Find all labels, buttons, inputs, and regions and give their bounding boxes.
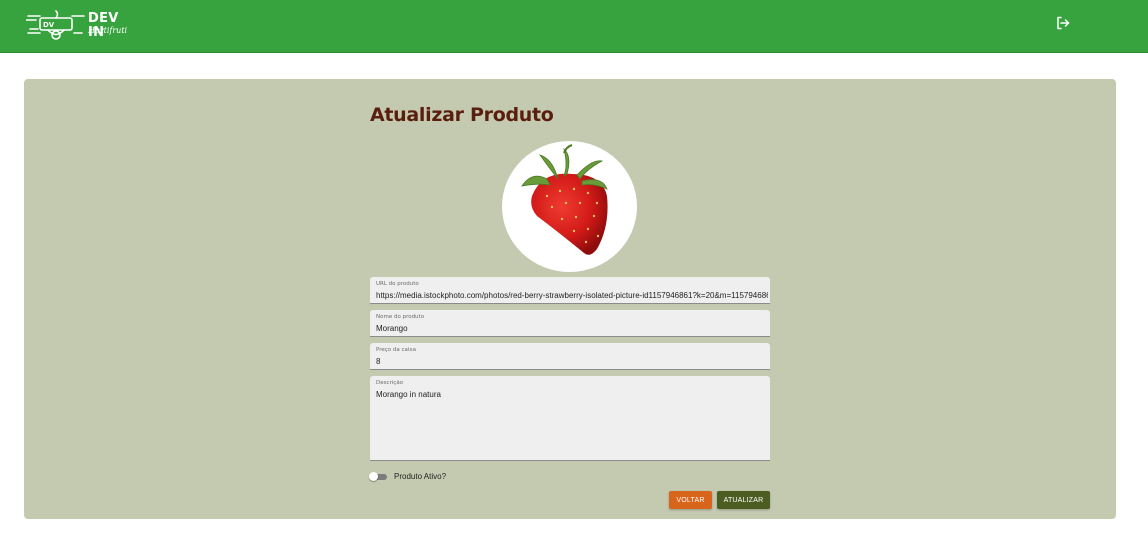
description-textarea[interactable]: Morango in natura xyxy=(376,390,768,450)
top-bar: DV DEV IN Hortifruti xyxy=(0,0,1148,53)
price-label: Preço da caixa xyxy=(376,347,417,353)
description-label: Descrição xyxy=(376,380,404,386)
active-toggle-label: Produto Ativo? xyxy=(394,472,447,481)
url-input[interactable]: https://media.istockphoto.com/photos/red… xyxy=(376,291,768,300)
strawberry-icon xyxy=(521,144,608,255)
description-field[interactable]: Descrição Morango in natura xyxy=(370,376,770,461)
url-field[interactable]: URL do produto https://media.istockphoto… xyxy=(370,277,770,304)
name-field[interactable]: Nome do produto Morango xyxy=(370,310,770,337)
logo-subtitle: Hortifruti xyxy=(88,26,128,35)
update-button[interactable]: ATUALIZAR xyxy=(717,491,770,509)
url-label: URL do produto xyxy=(376,281,419,287)
name-label: Nome do produto xyxy=(376,314,425,320)
name-input[interactable]: Morango xyxy=(376,324,768,333)
logout-icon[interactable] xyxy=(1055,15,1071,31)
app-logo[interactable]: DV DEV IN Hortifruti xyxy=(25,9,130,41)
price-input[interactable]: 8 xyxy=(376,357,768,366)
back-button[interactable]: VOLTAR xyxy=(669,491,712,509)
logout-icon-svg xyxy=(1057,16,1070,30)
svg-text:DV: DV xyxy=(43,21,55,29)
active-toggle[interactable] xyxy=(369,472,387,481)
logo-icon: DV xyxy=(25,10,85,40)
product-image xyxy=(502,141,637,272)
page-title: Atualizar Produto xyxy=(370,104,554,126)
toggle-knob xyxy=(369,472,378,481)
price-field[interactable]: Preço da caixa 8 xyxy=(370,343,770,370)
